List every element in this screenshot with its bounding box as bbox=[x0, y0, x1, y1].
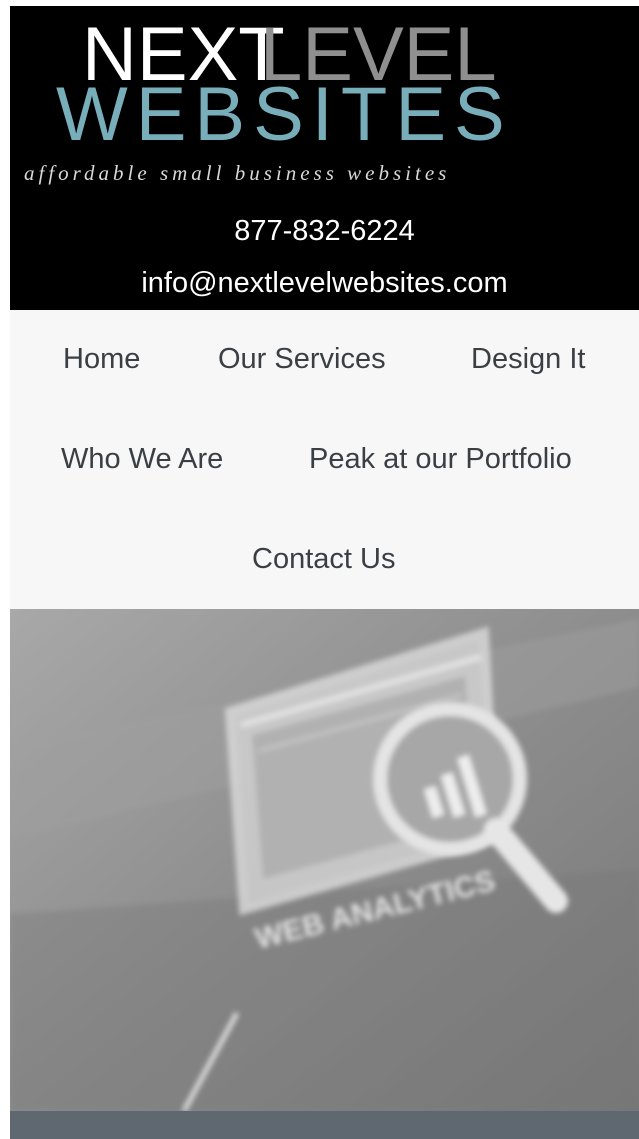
site-logo[interactable]: NEXT LEVEL WEBSITES affordable small bus… bbox=[10, 6, 639, 206]
page: NEXT LEVEL WEBSITES affordable small bus… bbox=[0, 0, 639, 1139]
nav-item-contact-us[interactable]: Contact Us bbox=[252, 542, 395, 576]
web-analytics-hero-image: WEB ANALYTICS bbox=[10, 609, 639, 1111]
nav-item-our-services[interactable]: Our Services bbox=[218, 342, 386, 376]
nav-item-portfolio[interactable]: Peak at our Portfolio bbox=[309, 442, 572, 476]
logo-websites-text: WEBSITES bbox=[56, 72, 513, 157]
nav-item-home[interactable]: Home bbox=[63, 342, 140, 376]
site-header: NEXT LEVEL WEBSITES affordable small bus… bbox=[10, 6, 639, 310]
hero-image-section: WEB ANALYTICS bbox=[10, 609, 639, 1111]
main-navigation: Home Our Services Design It Who We Are P… bbox=[10, 310, 639, 609]
phone-number[interactable]: 877-832-6224 bbox=[10, 214, 639, 248]
email-address[interactable]: info@nextlevelwebsites.com bbox=[10, 266, 639, 300]
nav-item-who-we-are[interactable]: Who We Are bbox=[61, 442, 223, 476]
nav-item-design-it[interactable]: Design It bbox=[471, 342, 585, 376]
bottom-content-bar bbox=[10, 1111, 639, 1139]
logo-tagline-text: affordable small business websites bbox=[24, 161, 450, 185]
